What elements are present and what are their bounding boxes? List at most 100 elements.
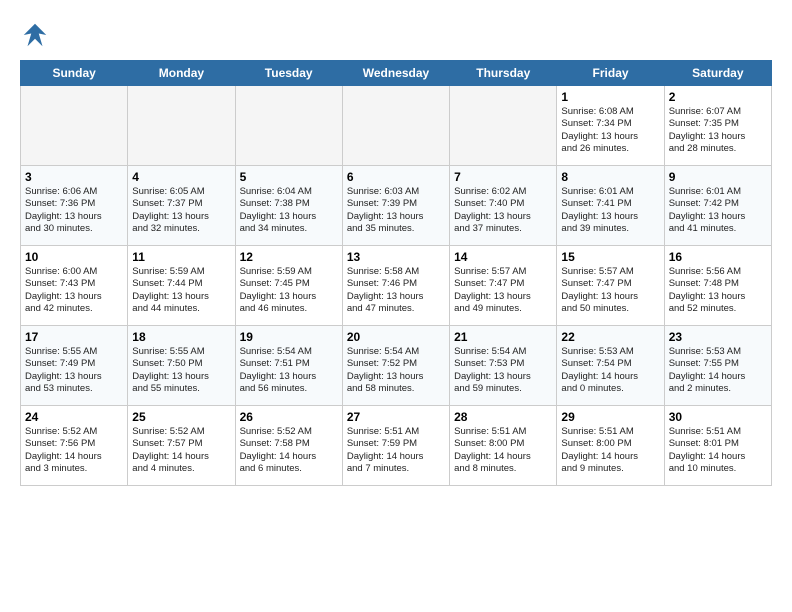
day-number: 29 xyxy=(561,410,659,424)
day-cell-15: 15Sunrise: 5:57 AM Sunset: 7:47 PM Dayli… xyxy=(557,246,664,326)
empty-cell xyxy=(21,86,128,166)
day-number: 5 xyxy=(240,170,338,184)
calendar-table: SundayMondayTuesdayWednesdayThursdayFrid… xyxy=(20,60,772,486)
day-header-monday: Monday xyxy=(128,61,235,86)
day-cell-7: 7 Sunrise: 6:02 AM Sunset: 7:40 PM Daylig… xyxy=(450,166,557,246)
day-info: Sunrise: 6:01 AM Sunset: 7:41 PM Dayligh… xyxy=(561,186,659,235)
day-cell-8: 8 Sunrise: 6:01 AM Sunset: 7:41 PM Daylig… xyxy=(557,166,664,246)
day-number: 22 xyxy=(561,330,659,344)
day-number: 30 xyxy=(669,410,767,424)
day-cell-1: 1 Sunrise: 6:08 AM Sunset: 7:34 PM Daylig… xyxy=(557,86,664,166)
day-cell-6: 6 Sunrise: 6:03 AM Sunset: 7:39 PM Daylig… xyxy=(342,166,449,246)
day-number: 3 xyxy=(25,170,123,184)
day-cell-13: 13Sunrise: 5:58 AM Sunset: 7:46 PM Dayli… xyxy=(342,246,449,326)
day-cell-3: 3 Sunrise: 6:06 AM Sunset: 7:36 PM Daylig… xyxy=(21,166,128,246)
week-row-1: 1 Sunrise: 6:08 AM Sunset: 7:34 PM Daylig… xyxy=(21,86,772,166)
day-header-thursday: Thursday xyxy=(450,61,557,86)
day-number: 26 xyxy=(240,410,338,424)
week-row-2: 3 Sunrise: 6:06 AM Sunset: 7:36 PM Daylig… xyxy=(21,166,772,246)
day-cell-24: 24 Sunrise: 5:52 AM Sunset: 7:56 PM Dayli… xyxy=(21,406,128,486)
day-number: 15 xyxy=(561,250,659,264)
day-number: 11 xyxy=(132,250,230,264)
day-number: 18 xyxy=(132,330,230,344)
calendar-body: 1 Sunrise: 6:08 AM Sunset: 7:34 PM Daylig… xyxy=(21,86,772,486)
day-cell-26: 26 Sunrise: 5:52 AM Sunset: 7:58 PM Dayli… xyxy=(235,406,342,486)
empty-cell xyxy=(342,86,449,166)
page-header xyxy=(20,20,772,50)
day-cell-2: 2 Sunrise: 6:07 AM Sunset: 7:35 PM Daylig… xyxy=(664,86,771,166)
day-info: Sunrise: 5:58 AM Sunset: 7:46 PM Dayligh… xyxy=(347,266,445,315)
day-number: 1 xyxy=(561,90,659,104)
day-number: 21 xyxy=(454,330,552,344)
empty-cell xyxy=(450,86,557,166)
day-info: Sunrise: 6:02 AM Sunset: 7:40 PM Dayligh… xyxy=(454,186,552,235)
day-number: 23 xyxy=(669,330,767,344)
empty-cell xyxy=(128,86,235,166)
day-info: Sunrise: 6:08 AM Sunset: 7:34 PM Dayligh… xyxy=(561,106,659,155)
day-number: 28 xyxy=(454,410,552,424)
week-row-5: 24 Sunrise: 5:52 AM Sunset: 7:56 PM Dayli… xyxy=(21,406,772,486)
day-number: 2 xyxy=(669,90,767,104)
day-info: Sunrise: 5:51 AM Sunset: 8:01 PM Dayligh… xyxy=(669,426,767,475)
day-number: 4 xyxy=(132,170,230,184)
day-number: 8 xyxy=(561,170,659,184)
day-header-saturday: Saturday xyxy=(664,61,771,86)
day-info: Sunrise: 5:53 AM Sunset: 7:55 PM Dayligh… xyxy=(669,346,767,395)
day-number: 20 xyxy=(347,330,445,344)
day-info: Sunrise: 5:55 AM Sunset: 7:49 PM Dayligh… xyxy=(25,346,123,395)
day-cell-30: 30 Sunrise: 5:51 AM Sunset: 8:01 PM Dayli… xyxy=(664,406,771,486)
day-cell-27: 27 Sunrise: 5:51 AM Sunset: 7:59 PM Dayli… xyxy=(342,406,449,486)
day-cell-25: 25 Sunrise: 5:52 AM Sunset: 7:57 PM Dayli… xyxy=(128,406,235,486)
day-cell-22: 22 Sunrise: 5:53 AM Sunset: 7:54 PM Dayli… xyxy=(557,326,664,406)
day-header-wednesday: Wednesday xyxy=(342,61,449,86)
day-number: 17 xyxy=(25,330,123,344)
day-number: 24 xyxy=(25,410,123,424)
day-cell-23: 23 Sunrise: 5:53 AM Sunset: 7:55 PM Dayli… xyxy=(664,326,771,406)
day-number: 10 xyxy=(25,250,123,264)
logo xyxy=(20,20,54,50)
day-cell-5: 5 Sunrise: 6:04 AM Sunset: 7:38 PM Daylig… xyxy=(235,166,342,246)
calendar-header-row: SundayMondayTuesdayWednesdayThursdayFrid… xyxy=(21,61,772,86)
day-info: Sunrise: 5:54 AM Sunset: 7:51 PM Dayligh… xyxy=(240,346,338,395)
day-info: Sunrise: 6:01 AM Sunset: 7:42 PM Dayligh… xyxy=(669,186,767,235)
day-number: 7 xyxy=(454,170,552,184)
day-cell-29: 29 Sunrise: 5:51 AM Sunset: 8:00 PM Dayli… xyxy=(557,406,664,486)
day-info: Sunrise: 6:04 AM Sunset: 7:38 PM Dayligh… xyxy=(240,186,338,235)
day-info: Sunrise: 5:54 AM Sunset: 7:52 PM Dayligh… xyxy=(347,346,445,395)
day-info: Sunrise: 6:06 AM Sunset: 7:36 PM Dayligh… xyxy=(25,186,123,235)
day-info: Sunrise: 5:51 AM Sunset: 8:00 PM Dayligh… xyxy=(561,426,659,475)
day-header-friday: Friday xyxy=(557,61,664,86)
day-cell-12: 12Sunrise: 5:59 AM Sunset: 7:45 PM Dayli… xyxy=(235,246,342,326)
day-number: 25 xyxy=(132,410,230,424)
day-cell-14: 14 Sunrise: 5:57 AM Sunset: 7:47 PM Dayli… xyxy=(450,246,557,326)
day-number: 12 xyxy=(240,250,338,264)
day-number: 19 xyxy=(240,330,338,344)
day-cell-19: 19 Sunrise: 5:54 AM Sunset: 7:51 PM Dayli… xyxy=(235,326,342,406)
day-cell-16: 16Sunrise: 5:56 AM Sunset: 7:48 PM Dayli… xyxy=(664,246,771,326)
day-cell-11: 11 Sunrise: 5:59 AM Sunset: 7:44 PM Dayli… xyxy=(128,246,235,326)
day-number: 14 xyxy=(454,250,552,264)
day-info: Sunrise: 5:51 AM Sunset: 8:00 PM Dayligh… xyxy=(454,426,552,475)
day-number: 27 xyxy=(347,410,445,424)
day-info: Sunrise: 5:51 AM Sunset: 7:59 PM Dayligh… xyxy=(347,426,445,475)
day-number: 9 xyxy=(669,170,767,184)
day-cell-9: 9 Sunrise: 6:01 AM Sunset: 7:42 PM Daylig… xyxy=(664,166,771,246)
day-info: Sunrise: 5:52 AM Sunset: 7:57 PM Dayligh… xyxy=(132,426,230,475)
day-info: Sunrise: 5:59 AM Sunset: 7:44 PM Dayligh… xyxy=(132,266,230,315)
empty-cell xyxy=(235,86,342,166)
day-info: Sunrise: 6:03 AM Sunset: 7:39 PM Dayligh… xyxy=(347,186,445,235)
day-cell-20: 20 Sunrise: 5:54 AM Sunset: 7:52 PM Dayli… xyxy=(342,326,449,406)
day-info: Sunrise: 5:53 AM Sunset: 7:54 PM Dayligh… xyxy=(561,346,659,395)
day-info: Sunrise: 6:07 AM Sunset: 7:35 PM Dayligh… xyxy=(669,106,767,155)
day-header-tuesday: Tuesday xyxy=(235,61,342,86)
day-number: 16 xyxy=(669,250,767,264)
day-info: Sunrise: 5:52 AM Sunset: 7:58 PM Dayligh… xyxy=(240,426,338,475)
day-info: Sunrise: 6:05 AM Sunset: 7:37 PM Dayligh… xyxy=(132,186,230,235)
day-info: Sunrise: 6:00 AM Sunset: 7:43 PM Dayligh… xyxy=(25,266,123,315)
day-header-sunday: Sunday xyxy=(21,61,128,86)
day-info: Sunrise: 5:57 AM Sunset: 7:47 PM Dayligh… xyxy=(454,266,552,315)
day-number: 6 xyxy=(347,170,445,184)
day-info: Sunrise: 5:55 AM Sunset: 7:50 PM Dayligh… xyxy=(132,346,230,395)
week-row-4: 17 Sunrise: 5:55 AM Sunset: 7:49 PM Dayli… xyxy=(21,326,772,406)
day-info: Sunrise: 5:52 AM Sunset: 7:56 PM Dayligh… xyxy=(25,426,123,475)
